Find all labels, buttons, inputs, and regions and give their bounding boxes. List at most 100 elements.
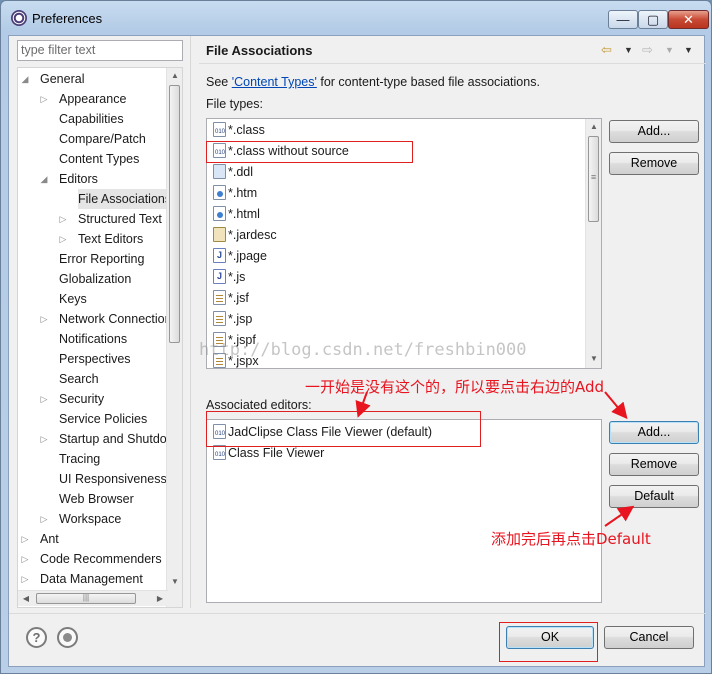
file-type-label: *.jardesc — [228, 228, 277, 242]
collapsed-arrow-icon[interactable]: ▷ — [58, 209, 68, 229]
file-types-label: File types: — [206, 97, 263, 111]
preferences-window: Preferences — ▢ ✕ type filter text ◢ Gene… — [0, 0, 712, 674]
collapsed-arrow-icon[interactable]: ▷ — [39, 309, 49, 329]
expanded-arrow-icon[interactable]: ◢ — [39, 169, 49, 189]
page-title: File Associations — [206, 43, 313, 58]
tree-item-label: General — [40, 72, 85, 86]
dialog-client-area: type filter text ◢ General ▷ Appearance Capa… — [8, 35, 706, 667]
tree-item-label: Startup and Shutdown — [59, 432, 183, 446]
file-type-row[interactable]: *.jsf — [213, 288, 249, 309]
collapsed-arrow-icon[interactable]: ▷ — [39, 89, 49, 109]
add-file-type-button[interactable]: Add... — [609, 120, 699, 143]
tree-item-label: Structured Text — [78, 212, 162, 226]
content-types-hint: See 'Content Types' for content-type bas… — [206, 75, 540, 89]
arrow-to-default-icon — [604, 505, 635, 527]
tree-item-label: Ant — [40, 532, 59, 546]
tree-item-label: Service Policies — [59, 412, 148, 426]
content-types-link[interactable]: 'Content Types' — [232, 75, 317, 89]
window-title: Preferences — [32, 11, 103, 26]
hint-suffix: for content-type based file associations… — [316, 75, 540, 89]
file-type-row[interactable]: *.htm — [213, 183, 257, 204]
scroll-right-arrow-icon[interactable]: ▶ — [152, 591, 168, 607]
tree-item-label: Workspace — [59, 512, 122, 526]
file-type-label: *.jsp — [228, 312, 253, 326]
back-arrow-icon[interactable]: ⇦ — [601, 42, 612, 58]
remove-editor-label: Remove — [630, 457, 678, 471]
collapsed-arrow-icon[interactable]: ▷ — [39, 429, 49, 449]
tree-item-label: Appearance — [59, 92, 127, 106]
filter-input[interactable]: type filter text — [17, 40, 183, 61]
tree-item-label: Web Browser — [59, 492, 134, 506]
tree-hscroll-thumb[interactable]: ||| — [36, 593, 136, 604]
remove-editor-button[interactable]: Remove — [609, 453, 699, 476]
file-type-label: *.jpage — [228, 249, 267, 263]
scroll-up-arrow-icon[interactable]: ▲ — [586, 119, 601, 135]
close-button[interactable]: ✕ — [668, 10, 709, 29]
highlight-class-without-source — [206, 141, 413, 163]
eclipse-app-icon — [11, 10, 27, 26]
editor-label: Class File Viewer — [228, 446, 325, 460]
forward-dropdown-icon[interactable]: ▼ — [665, 45, 674, 55]
tree-item-label: Code Recommenders — [40, 552, 162, 566]
highlight-jadclipse-editor — [206, 411, 481, 447]
collapsed-arrow-icon[interactable]: ▷ — [20, 569, 30, 589]
cancel-button[interactable]: Cancel — [604, 626, 694, 649]
tree-horizontal-scrollbar[interactable]: ◀ ||| ▶ — [18, 590, 168, 606]
scroll-down-arrow-icon[interactable]: ▼ — [586, 351, 601, 367]
view-menu-icon[interactable]: ▼ — [684, 45, 693, 55]
add-editor-button[interactable]: Add... — [609, 421, 699, 444]
tree-item-label: Text Editors — [78, 232, 144, 246]
file-type-row[interactable]: *.class — [213, 120, 265, 141]
arrow-to-add-icon — [604, 391, 628, 420]
tree-item-label: Security — [59, 392, 105, 406]
record-macro-icon[interactable] — [57, 627, 78, 648]
file-type-row[interactable]: *.html — [213, 204, 260, 225]
remove-file-type-button[interactable]: Remove — [609, 152, 699, 175]
file-type-row[interactable]: *.jsp — [213, 309, 252, 330]
scroll-up-arrow-icon[interactable]: ▲ — [167, 68, 182, 84]
file-type-label: *.jsf — [228, 291, 249, 305]
file-type-label: *.ddl — [228, 165, 254, 179]
file-type-icon — [213, 248, 226, 263]
collapsed-arrow-icon[interactable]: ▷ — [39, 389, 49, 409]
file-type-row[interactable]: *.jpage — [213, 246, 267, 267]
tree-item-label: Keys — [59, 292, 87, 306]
help-icon[interactable]: ? — [26, 627, 47, 648]
tree-vertical-scrollbar[interactable]: ▲ ▼ — [166, 68, 182, 607]
file-type-icon — [213, 290, 226, 305]
tree-item-label: Content Types — [59, 152, 140, 166]
tree-item-label: UI Responsiveness — [59, 472, 167, 486]
annotation-default-note: 添加完后再点击Default — [491, 530, 651, 548]
file-type-label: *.class — [228, 123, 265, 137]
expanded-arrow-icon[interactable]: ◢ — [20, 69, 30, 89]
scroll-left-arrow-icon[interactable]: ◀ — [18, 591, 34, 607]
file-type-icon — [213, 269, 226, 284]
file-type-row[interactable]: *.jardesc — [213, 225, 277, 246]
watermark: http://blog.csdn.net/freshbin000 — [199, 340, 527, 360]
file-types-scrollbar[interactable]: ▲ ≡ ▼ — [585, 119, 601, 368]
file-types-scroll-thumb[interactable]: ≡ — [588, 136, 599, 222]
pane-divider[interactable] — [190, 36, 191, 608]
file-type-icon — [213, 122, 226, 137]
back-dropdown-icon[interactable]: ▼ — [624, 45, 633, 55]
tree-item-label: Notifications — [59, 332, 128, 346]
file-type-icon — [213, 185, 226, 200]
forward-arrow-icon[interactable]: ⇨ — [642, 42, 653, 58]
tree-scroll-thumb[interactable] — [169, 85, 180, 343]
collapsed-arrow-icon[interactable]: ▷ — [39, 509, 49, 529]
tree-item-label: Perspectives — [59, 352, 131, 366]
collapsed-arrow-icon[interactable]: ▷ — [20, 549, 30, 569]
tree-item-label: Compare/Patch — [59, 132, 146, 146]
tree-item-label: Search — [59, 372, 99, 386]
file-type-label: *.html — [228, 207, 260, 221]
collapsed-arrow-icon[interactable]: ▷ — [58, 229, 68, 249]
file-type-icon — [213, 164, 226, 179]
scroll-down-arrow-icon[interactable]: ▼ — [167, 574, 182, 590]
collapsed-arrow-icon[interactable]: ▷ — [20, 529, 30, 549]
file-type-row[interactable]: *.js — [213, 267, 245, 288]
maximize-button[interactable]: ▢ — [638, 10, 668, 29]
default-editor-button[interactable]: Default — [609, 485, 699, 508]
minimize-button[interactable]: — — [608, 10, 638, 29]
file-type-row[interactable]: *.ddl — [213, 162, 253, 183]
footer-separator — [9, 613, 706, 614]
